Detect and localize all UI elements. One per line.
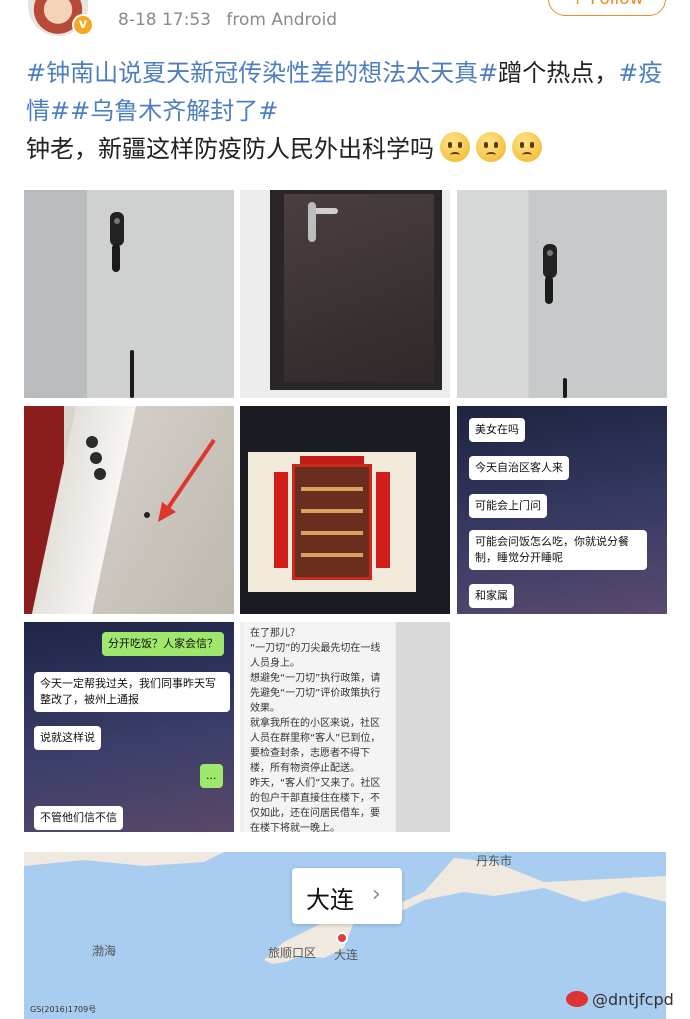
post-header: v 8-18 17:53 from Android + Follow bbox=[0, 0, 690, 50]
map-credit: GS(2016)1709号 bbox=[30, 1005, 97, 1014]
door-lock-icon bbox=[308, 202, 316, 242]
doc-line: 就拿我所在的小区来说，社区人员在群里称“客人”已到位，要检查封条，志愿者不得下楼… bbox=[250, 718, 381, 774]
post-text: #钟南山说夏天新冠传染性差的想法太天真#蹭个热点，#疫情##乌鲁木齐解封了# 钟… bbox=[26, 54, 666, 168]
post-source: from Android bbox=[226, 10, 338, 30]
chat-bubble: 今天一定帮我过关，我们同事昨天写整改了，被州上通报 bbox=[34, 672, 230, 712]
door-handle-icon bbox=[112, 244, 120, 272]
document-margin bbox=[396, 622, 450, 832]
door-handle-icon bbox=[545, 276, 553, 304]
wire-icon bbox=[563, 378, 567, 398]
hole-mark bbox=[144, 512, 150, 518]
photo-thumbnail-closeup[interactable] bbox=[24, 406, 234, 614]
photo-thumbnail-chat-2[interactable]: 分开吃饭？人家会信？ 今天一定帮我过关，我们同事昨天写整改了，被州上通报 说就这… bbox=[24, 622, 234, 832]
map-label-lushun: 旅顺口区 bbox=[268, 946, 317, 960]
photo-inner bbox=[248, 452, 416, 592]
door-lock-icon bbox=[110, 212, 124, 246]
red-couplet-right bbox=[376, 472, 390, 568]
watermark-text: @dntjfcpd bbox=[592, 990, 674, 1009]
map-label-dalian: 大连 bbox=[334, 948, 359, 962]
photo-thumbnail-dark-door[interactable] bbox=[240, 190, 450, 398]
document-text: 在了那儿？ “一刀切”的刀尖最先切在一线人员身上。 想避免“一刀切”执行政策，请… bbox=[244, 622, 394, 832]
follow-button[interactable]: + Follow bbox=[548, 0, 666, 16]
location-city: 大连 bbox=[306, 886, 354, 914]
post-text-fragment: 蹭个热点， bbox=[498, 59, 619, 87]
chevron-right-icon: › bbox=[372, 882, 381, 907]
sad-face-emoji-icon bbox=[512, 132, 542, 162]
chat-bubble: 可能会上门问 bbox=[469, 494, 547, 518]
map-label-top: 丹东市 bbox=[476, 854, 513, 868]
chat-bubble: 美女在吗 bbox=[469, 418, 525, 442]
red-couplet-left bbox=[274, 472, 288, 568]
chat-bubble: 今天自治区客人来 bbox=[469, 456, 569, 480]
map-label-bohai: 渤海 bbox=[92, 944, 117, 958]
sad-face-emoji-icon bbox=[440, 132, 470, 162]
chat-bubble: 说就这样说 bbox=[34, 726, 101, 750]
red-arrow-icon bbox=[158, 438, 216, 522]
doc-line: “一刀切”的刀尖最先切在一线人员身上。 bbox=[250, 643, 381, 669]
photo-thumbnail-cabinet[interactable] bbox=[240, 406, 450, 614]
wire-icon bbox=[130, 350, 134, 398]
door-panel bbox=[284, 194, 434, 382]
doc-line: 昨天，“客人们”又来了。社区的包户干部直接住在楼下，不仅如此，还在问居民借车，要… bbox=[250, 778, 381, 832]
post-timestamp: 8-18 17:53 bbox=[118, 10, 211, 30]
post-text-fragment: 钟老，新疆这样防疫防人民外出科学吗 bbox=[26, 135, 434, 163]
verified-badge-icon: v bbox=[72, 14, 94, 36]
hashtag-link[interactable]: #钟南山说夏天新冠传染性差的想法太天真# bbox=[26, 59, 498, 87]
doc-line: 想避免“一刀切”执行政策，请先避免“一刀切”评价政策执行效果。 bbox=[250, 673, 381, 714]
chat-bubble-sent: 分开吃饭？人家会信？ bbox=[102, 632, 224, 656]
location-card[interactable]: 大连 › bbox=[292, 868, 402, 924]
chat-bubble-sent: ... bbox=[200, 764, 223, 788]
photo-thumbnail-document[interactable]: 在了那儿？ “一刀切”的刀尖最先切在一线人员身上。 想避免“一刀切”执行政策，请… bbox=[240, 622, 450, 832]
chat-bubble: 和家属 bbox=[469, 584, 514, 608]
doc-line: 在了那儿？ bbox=[250, 628, 300, 639]
post-meta: 8-18 17:53 from Android bbox=[118, 10, 337, 30]
photo-thumbnail-chat-1[interactable]: 美女在吗 今天自治区客人来 可能会上门问 可能会问饭怎么吃，你就说分餐制，睡觉分… bbox=[457, 406, 667, 614]
photo-thumbnail-door-lock[interactable] bbox=[24, 190, 234, 398]
photo-thumbnail-door-lock[interactable] bbox=[457, 190, 667, 398]
watermark: @dntjfcpd bbox=[566, 990, 674, 1009]
chat-bubble: 不管他们信不信 bbox=[34, 806, 123, 830]
cabinet bbox=[292, 464, 372, 580]
door-lock-icon bbox=[543, 244, 557, 278]
chat-bubble: 可能会问饭怎么吃，你就说分餐制，睡觉分开睡呢 bbox=[469, 530, 647, 570]
sad-face-emoji-icon bbox=[476, 132, 506, 162]
hashtag-link[interactable]: #乌鲁木齐解封了# bbox=[70, 97, 278, 125]
location-pin-icon[interactable] bbox=[336, 932, 348, 944]
weibo-logo-icon bbox=[566, 991, 588, 1007]
